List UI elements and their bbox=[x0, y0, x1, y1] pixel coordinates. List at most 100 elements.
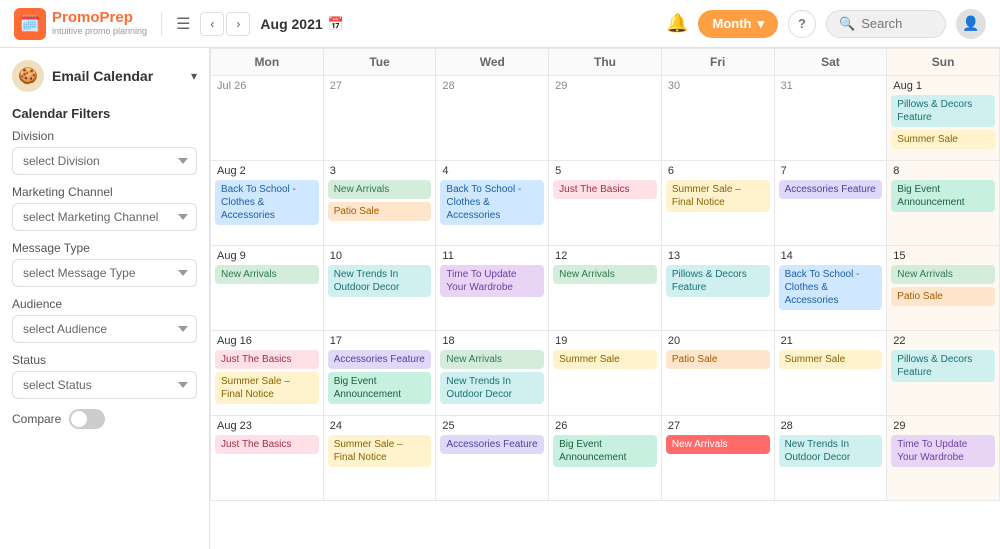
day-number: Aug 9 bbox=[215, 250, 319, 262]
day-number: 26 bbox=[553, 420, 657, 432]
sidebar-header: 🍪 Email Calendar ▾ bbox=[12, 60, 197, 92]
day-number: 29 bbox=[891, 420, 995, 432]
day-number: 27 bbox=[328, 80, 432, 92]
event-pill[interactable]: Accessories Feature bbox=[328, 350, 432, 369]
event-pill[interactable]: Big Event Announcement bbox=[553, 435, 657, 467]
event-pill[interactable]: Big Event Announcement bbox=[891, 180, 995, 212]
day-number: 28 bbox=[440, 80, 544, 92]
event-pill[interactable]: Just The Basics bbox=[553, 180, 657, 199]
event-pill[interactable]: Accessories Feature bbox=[440, 435, 544, 454]
day-cell: 29 Time To Update Your Wardrobe bbox=[887, 416, 1000, 501]
day-number: 13 bbox=[666, 250, 770, 262]
next-month-button[interactable]: › bbox=[226, 12, 250, 36]
event-pill[interactable]: Summer Sale – Final Notice bbox=[328, 435, 432, 467]
event-pill[interactable]: New Arrivals bbox=[891, 265, 995, 284]
day-cell: Aug 2Back To School - Clothes & Accessor… bbox=[211, 161, 324, 246]
day-number: 4 bbox=[440, 165, 544, 177]
day-header-tue: Tue bbox=[324, 49, 437, 76]
prev-month-button[interactable]: ‹ bbox=[200, 12, 224, 36]
compare-toggle[interactable] bbox=[69, 409, 105, 429]
day-cell: 24 Summer Sale – Final Notice bbox=[324, 416, 437, 501]
event-pill[interactable]: Accessories Feature bbox=[779, 180, 883, 199]
month-view-button[interactable]: Month ▾ bbox=[698, 10, 778, 38]
event-pill[interactable]: Big Event Announcement bbox=[328, 372, 432, 404]
event-pill[interactable]: New Trends In Outdoor Decor bbox=[779, 435, 883, 467]
sidebar-dropdown-arrow-icon[interactable]: ▾ bbox=[191, 69, 197, 83]
event-pill[interactable]: Patio Sale bbox=[328, 202, 432, 221]
event-pill[interactable]: New Arrivals bbox=[215, 265, 319, 284]
status-select[interactable]: select Status bbox=[12, 371, 197, 399]
audience-select[interactable]: select Audience bbox=[12, 315, 197, 343]
day-number: 25 bbox=[440, 420, 544, 432]
event-pill[interactable]: Back To School - Clothes & Accessories bbox=[779, 265, 883, 310]
main-body: 🍪 Email Calendar ▾ Calendar Filters Divi… bbox=[0, 48, 1000, 549]
event-pill[interactable]: Patio Sale bbox=[666, 350, 770, 369]
day-cell: 20Patio Sale bbox=[662, 331, 775, 416]
calendar-area: MonTueWedThuFriSatSunJul 262728293031Aug… bbox=[210, 48, 1000, 549]
notification-bell-button[interactable]: 🔔 bbox=[666, 13, 688, 34]
logo-name: PromoPrep bbox=[52, 10, 147, 27]
day-cell: 6Summer Sale – Final Notice bbox=[662, 161, 775, 246]
audience-filter: Audience select Audience bbox=[12, 297, 197, 343]
event-pill[interactable]: Back To School - Clothes & Accessories bbox=[215, 180, 319, 225]
day-cell: Jul 26 bbox=[211, 76, 324, 161]
marketing-channel-filter: Marketing Channel select Marketing Chann… bbox=[12, 185, 197, 231]
day-number: 19 bbox=[553, 335, 657, 347]
event-pill[interactable]: Back To School - Clothes & Accessories bbox=[440, 180, 544, 225]
division-select[interactable]: select Division bbox=[12, 147, 197, 175]
search-bar[interactable]: 🔍 bbox=[826, 10, 946, 38]
event-pill[interactable]: Summer Sale – Final Notice bbox=[666, 180, 770, 212]
division-filter: Division select Division bbox=[12, 129, 197, 175]
event-pill[interactable]: New Arrivals bbox=[328, 180, 432, 199]
event-pill[interactable]: New Arrivals bbox=[553, 265, 657, 284]
day-cell: 15New ArrivalsPatio Sale bbox=[887, 246, 1000, 331]
day-cell: Aug 9 New Arrivals bbox=[211, 246, 324, 331]
user-avatar-button[interactable]: 👤 bbox=[956, 9, 986, 39]
day-number: 8 bbox=[891, 165, 995, 177]
day-cell: 28New Trends In Outdoor Decor bbox=[775, 416, 888, 501]
logo-icon: 🗓️ bbox=[14, 8, 46, 40]
event-pill[interactable]: Patio Sale bbox=[891, 287, 995, 306]
event-pill[interactable]: Pillows & Decors Feature bbox=[666, 265, 770, 297]
search-icon: 🔍 bbox=[839, 16, 855, 32]
day-number: 27 bbox=[666, 420, 770, 432]
event-pill[interactable]: Pillows & Decors Feature bbox=[891, 350, 995, 382]
message-type-select[interactable]: select Message Type bbox=[12, 259, 197, 287]
event-pill[interactable]: Summer Sale bbox=[891, 130, 995, 149]
day-cell: 27 bbox=[324, 76, 437, 161]
day-cell: 19 Summer Sale bbox=[549, 331, 662, 416]
day-cell: 8 Big Event Announcement bbox=[887, 161, 1000, 246]
calendar-icon: 📅 bbox=[328, 16, 344, 32]
day-cell: 7 Accessories Feature bbox=[775, 161, 888, 246]
day-cell: 3 New Arrivals Patio Sale bbox=[324, 161, 437, 246]
day-cell: 30 bbox=[662, 76, 775, 161]
event-pill[interactable]: Just The Basics bbox=[215, 435, 319, 454]
day-cell: Aug 1Pillows & Decors FeatureSummer Sale bbox=[887, 76, 1000, 161]
day-number: 24 bbox=[328, 420, 432, 432]
status-label: Status bbox=[12, 353, 197, 367]
header-divider bbox=[161, 12, 162, 36]
event-pill[interactable]: Summer Sale – Final Notice bbox=[215, 372, 319, 404]
event-pill[interactable]: Pillows & Decors Feature bbox=[891, 95, 995, 127]
event-pill[interactable]: New Arrivals bbox=[666, 435, 770, 454]
event-pill[interactable]: Time To Update Your Wardrobe bbox=[891, 435, 995, 467]
event-pill[interactable]: New Trends In Outdoor Decor bbox=[328, 265, 432, 297]
search-input[interactable] bbox=[861, 16, 931, 31]
event-pill[interactable]: New Arrivals bbox=[440, 350, 544, 369]
header: 🗓️ PromoPrep intuitive promo planning ☰ … bbox=[0, 0, 1000, 48]
day-cell: 28 bbox=[436, 76, 549, 161]
day-number: 3 bbox=[328, 165, 432, 177]
event-pill[interactable]: Time To Update Your Wardrobe bbox=[440, 265, 544, 297]
marketing-channel-select[interactable]: select Marketing Channel bbox=[12, 203, 197, 231]
day-number: 7 bbox=[779, 165, 883, 177]
day-cell: 27 New Arrivals bbox=[662, 416, 775, 501]
event-pill[interactable]: Summer Sale bbox=[553, 350, 657, 369]
day-cell: Aug 23Just The Basics bbox=[211, 416, 324, 501]
event-pill[interactable]: New Trends In Outdoor Decor bbox=[440, 372, 544, 404]
day-number: 31 bbox=[779, 80, 883, 92]
audience-label: Audience bbox=[12, 297, 197, 311]
event-pill[interactable]: Just The Basics bbox=[215, 350, 319, 369]
hamburger-icon[interactable]: ☰ bbox=[176, 14, 190, 34]
event-pill[interactable]: Summer Sale bbox=[779, 350, 883, 369]
help-button[interactable]: ? bbox=[788, 10, 816, 38]
